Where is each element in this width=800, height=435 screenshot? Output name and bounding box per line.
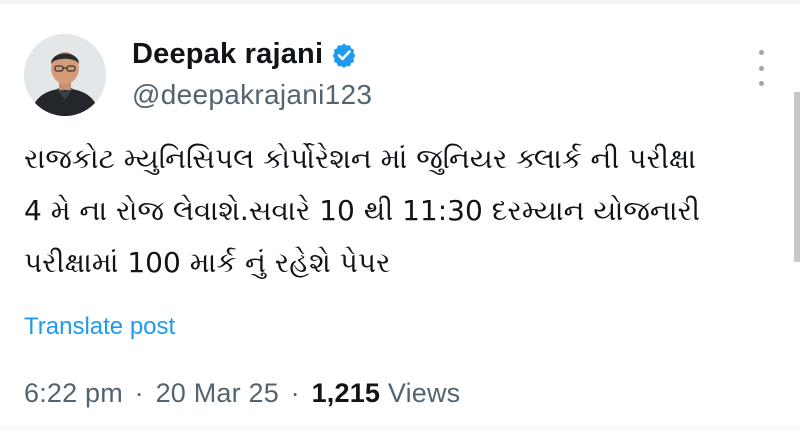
tweet-meta: 6:22 pm · 20 Mar 25 · 1,215 Views (24, 378, 460, 409)
more-dot (758, 50, 764, 55)
tweet-text-line: 4 મે ના રોજ લેવાશે.સવારે 10 થી 11:30 દરમ… (24, 194, 701, 227)
tweet-text: રાજકોટ મ્યુનિસિપલ કોર્પોરેશન માં જુનિયર … (24, 133, 776, 289)
verified-badge-icon (331, 42, 357, 68)
tweet-card: Deepak rajani @deepakrajani123 રાજકોટ મ્… (0, 0, 800, 435)
avatar-image (24, 34, 106, 116)
translate-post-link[interactable]: Translate post (24, 313, 175, 341)
scrollbar[interactable] (794, 92, 800, 262)
post-date[interactable]: 20 Mar 25 (156, 378, 279, 408)
post-time[interactable]: 6:22 pm (24, 378, 123, 408)
more-dot (758, 65, 764, 71)
views-label: Views (387, 378, 461, 408)
bottom-divider (0, 428, 800, 429)
views-count: 1,215 (311, 378, 381, 408)
tweet-text-line: પરીક્ષામાં 100 માર્ક નું રહેશે પેપર (24, 246, 391, 279)
more-dot (758, 81, 764, 86)
tweet-text-line: રાજકોટ મ્યુનિસિપલ કોર્પોરેશન માં જુનિયર … (24, 142, 697, 175)
top-divider (0, 0, 800, 4)
author-display-name[interactable]: Deepak rajani (132, 38, 323, 71)
author-name-row: Deepak rajani (132, 38, 357, 71)
avatar[interactable] (24, 34, 106, 116)
more-options-icon[interactable] (748, 50, 774, 86)
meta-separator: · (134, 378, 144, 408)
author-handle[interactable]: @deepakrajani123 (132, 79, 372, 111)
meta-separator: · (290, 378, 300, 408)
